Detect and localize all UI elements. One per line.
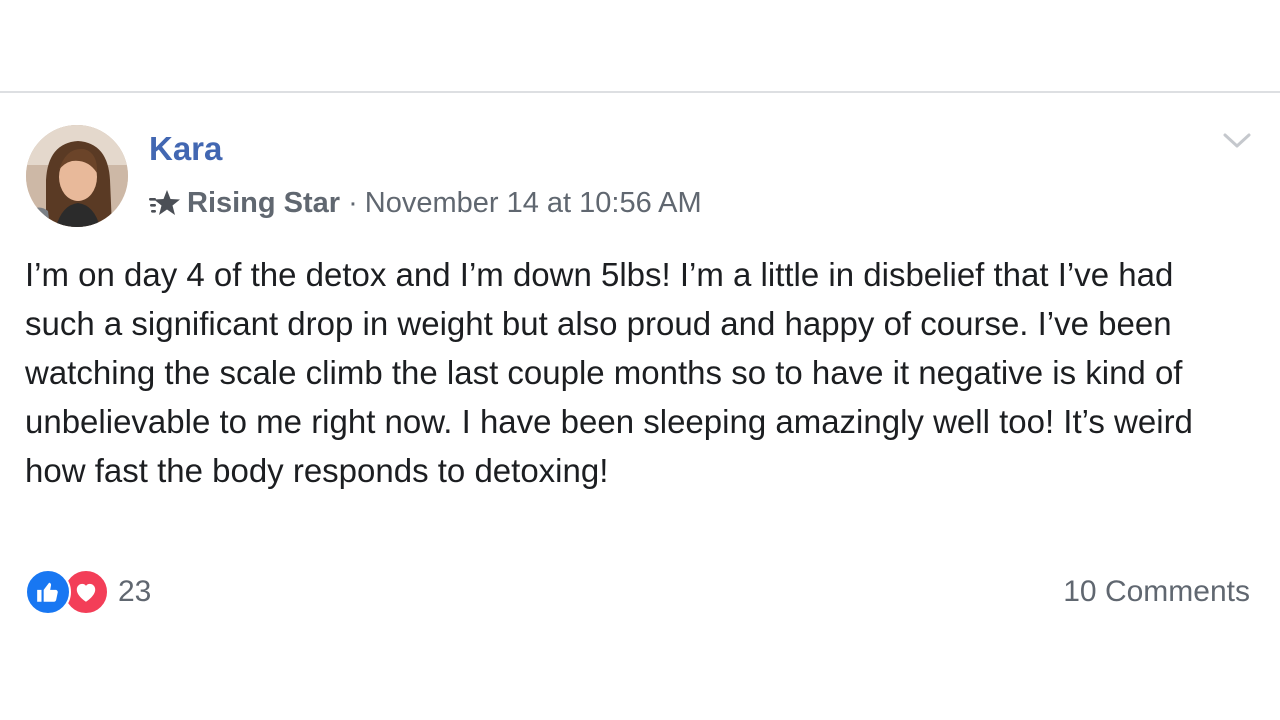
chevron-down-icon[interactable] <box>1222 129 1252 153</box>
reactions-summary[interactable]: 23 <box>25 568 151 616</box>
post-body: I’m on day 4 of the detox and I’m down 5… <box>25 256 1193 489</box>
badge-label[interactable]: Rising Star <box>187 187 340 220</box>
post-card: Kara Rising Star · November 14 at 10:56 … <box>0 93 1280 720</box>
post-meta: Rising Star · November 14 at 10:56 AM <box>149 185 702 221</box>
comments-link[interactable]: 10 Comments <box>1063 575 1250 609</box>
rising-star-icon <box>149 190 180 215</box>
meta-separator: · <box>348 186 358 219</box>
post-timestamp[interactable]: November 14 at 10:56 AM <box>365 187 702 220</box>
avatar-photo <box>26 125 128 227</box>
page: Kara Rising Star · November 14 at 10:56 … <box>0 0 1280 720</box>
author-name[interactable]: Kara <box>149 132 222 165</box>
avatar[interactable] <box>26 125 128 227</box>
reaction-count: 23 <box>118 575 152 608</box>
like-icon <box>25 569 71 615</box>
